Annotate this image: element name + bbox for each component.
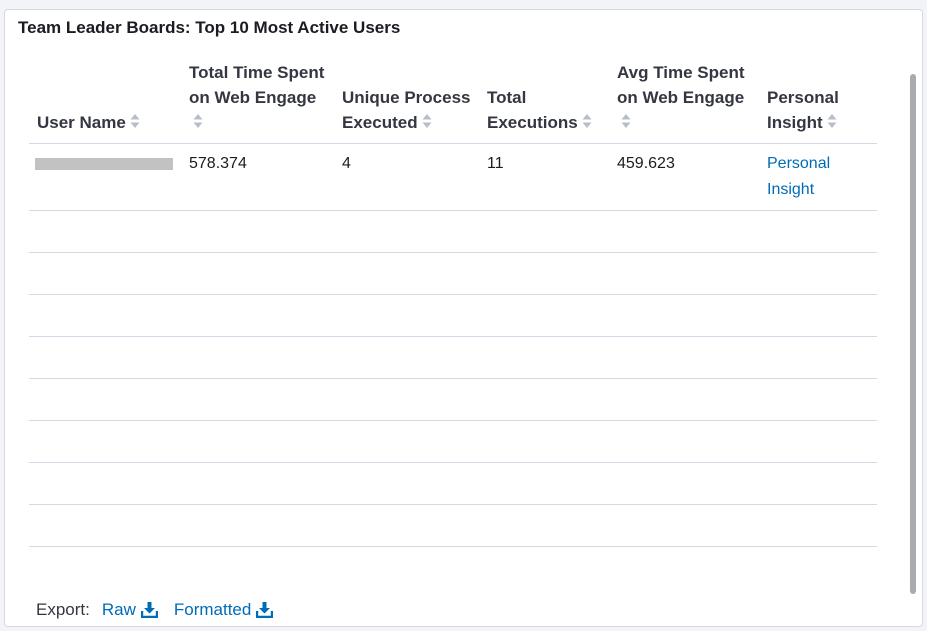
export-raw-button[interactable]: Raw xyxy=(102,600,158,620)
sort-icon[interactable] xyxy=(827,111,837,136)
column-header-unique-process[interactable]: Unique Process Executed xyxy=(334,54,479,144)
redacted-user-name xyxy=(35,157,173,170)
sort-icon[interactable] xyxy=(193,111,203,136)
empty-cell xyxy=(479,378,609,421)
empty-cell xyxy=(609,420,759,463)
cell-total-time: 578.374 xyxy=(181,143,334,211)
empty-cell xyxy=(334,420,479,463)
empty-cell xyxy=(609,294,759,337)
empty-cell xyxy=(29,210,181,253)
empty-cell xyxy=(479,504,609,547)
empty-cell xyxy=(29,420,181,463)
table-row xyxy=(29,378,877,421)
table-row xyxy=(29,504,877,547)
empty-cell xyxy=(609,336,759,379)
empty-cell xyxy=(181,462,334,505)
empty-cell xyxy=(181,336,334,379)
empty-cell xyxy=(29,504,181,547)
leaderboard-table-container: User Name Total Time Spent on Web Engage… xyxy=(29,54,877,547)
empty-cell xyxy=(759,252,877,295)
empty-cell xyxy=(29,294,181,337)
leaderboard-table: User Name Total Time Spent on Web Engage… xyxy=(29,54,877,547)
empty-cell xyxy=(334,378,479,421)
empty-cell xyxy=(479,462,609,505)
leaderboard-panel: Team Leader Boards: Top 10 Most Active U… xyxy=(4,9,923,627)
empty-cell xyxy=(479,336,609,379)
table-row xyxy=(29,336,877,379)
empty-cell xyxy=(759,420,877,463)
personal-insight-link[interactable]: Personal Insight xyxy=(767,151,871,203)
column-header-user-name[interactable]: User Name xyxy=(29,54,181,144)
column-header-total-time[interactable]: Total Time Spent on Web Engage xyxy=(181,54,334,144)
empty-cell xyxy=(29,378,181,421)
table-row xyxy=(29,252,877,295)
column-header-avg-time[interactable]: Avg Time Spent on Web Engage xyxy=(609,54,759,144)
empty-cell xyxy=(29,336,181,379)
empty-cell xyxy=(479,294,609,337)
empty-cell xyxy=(759,378,877,421)
download-icon xyxy=(256,602,274,618)
column-header-label: Unique Process Executed xyxy=(342,88,471,133)
empty-cell xyxy=(759,210,877,253)
empty-cell xyxy=(334,336,479,379)
empty-cell xyxy=(609,378,759,421)
table-row xyxy=(29,420,877,463)
empty-cell xyxy=(334,504,479,547)
cell-personal-insight: Personal Insight xyxy=(759,143,877,211)
empty-cell xyxy=(334,210,479,253)
empty-cell xyxy=(609,462,759,505)
empty-cell xyxy=(479,252,609,295)
sort-icon[interactable] xyxy=(422,111,432,136)
empty-cell xyxy=(334,252,479,295)
cell-total-executions: 11 xyxy=(479,143,609,211)
empty-cell xyxy=(479,210,609,253)
empty-cell xyxy=(181,420,334,463)
empty-cell xyxy=(181,504,334,547)
export-label: Export: xyxy=(36,600,90,619)
export-formatted-button[interactable]: Formatted xyxy=(173,600,274,620)
cell-user-name xyxy=(29,143,181,211)
empty-cell xyxy=(609,252,759,295)
column-header-label: User Name xyxy=(37,113,126,133)
empty-cell xyxy=(29,252,181,295)
table-row xyxy=(29,294,877,337)
cell-unique-process: 4 xyxy=(334,143,479,211)
empty-cell xyxy=(759,504,877,547)
vertical-scrollbar[interactable] xyxy=(910,74,916,594)
column-header-total-executions[interactable]: Total Executions xyxy=(479,54,609,144)
sort-icon[interactable] xyxy=(582,111,592,136)
cell-avg-time: 459.623 xyxy=(609,143,759,211)
sort-icon[interactable] xyxy=(130,111,140,136)
empty-cell xyxy=(181,210,334,253)
export-raw-label: Raw xyxy=(101,600,136,619)
empty-cell xyxy=(334,294,479,337)
column-header-label: Total Time Spent on Web Engage xyxy=(189,63,325,108)
table-header-row: User Name Total Time Spent on Web Engage… xyxy=(29,54,877,144)
column-header-label: Total Executions xyxy=(487,88,578,133)
empty-cell xyxy=(181,252,334,295)
empty-cell xyxy=(759,462,877,505)
empty-cell xyxy=(609,210,759,253)
empty-cell xyxy=(334,462,479,505)
column-header-personal-insight[interactable]: Personal Insight xyxy=(759,54,877,144)
table-row xyxy=(29,210,877,253)
download-icon xyxy=(140,602,158,618)
sort-icon[interactable] xyxy=(621,111,631,136)
empty-cell xyxy=(181,294,334,337)
empty-cell xyxy=(181,378,334,421)
table-row xyxy=(29,462,877,505)
export-bar: Export: Raw Formatted xyxy=(36,600,289,620)
empty-cell xyxy=(29,462,181,505)
export-formatted-label: Formatted xyxy=(173,600,252,619)
table-row: 578.374 4 11 459.623 Personal Insight xyxy=(29,143,877,211)
empty-cell xyxy=(609,504,759,547)
empty-cell xyxy=(479,420,609,463)
empty-cell xyxy=(759,336,877,379)
panel-title: Team Leader Boards: Top 10 Most Active U… xyxy=(18,18,401,37)
column-header-label: Avg Time Spent on Web Engage xyxy=(617,63,745,108)
empty-cell xyxy=(759,294,877,337)
